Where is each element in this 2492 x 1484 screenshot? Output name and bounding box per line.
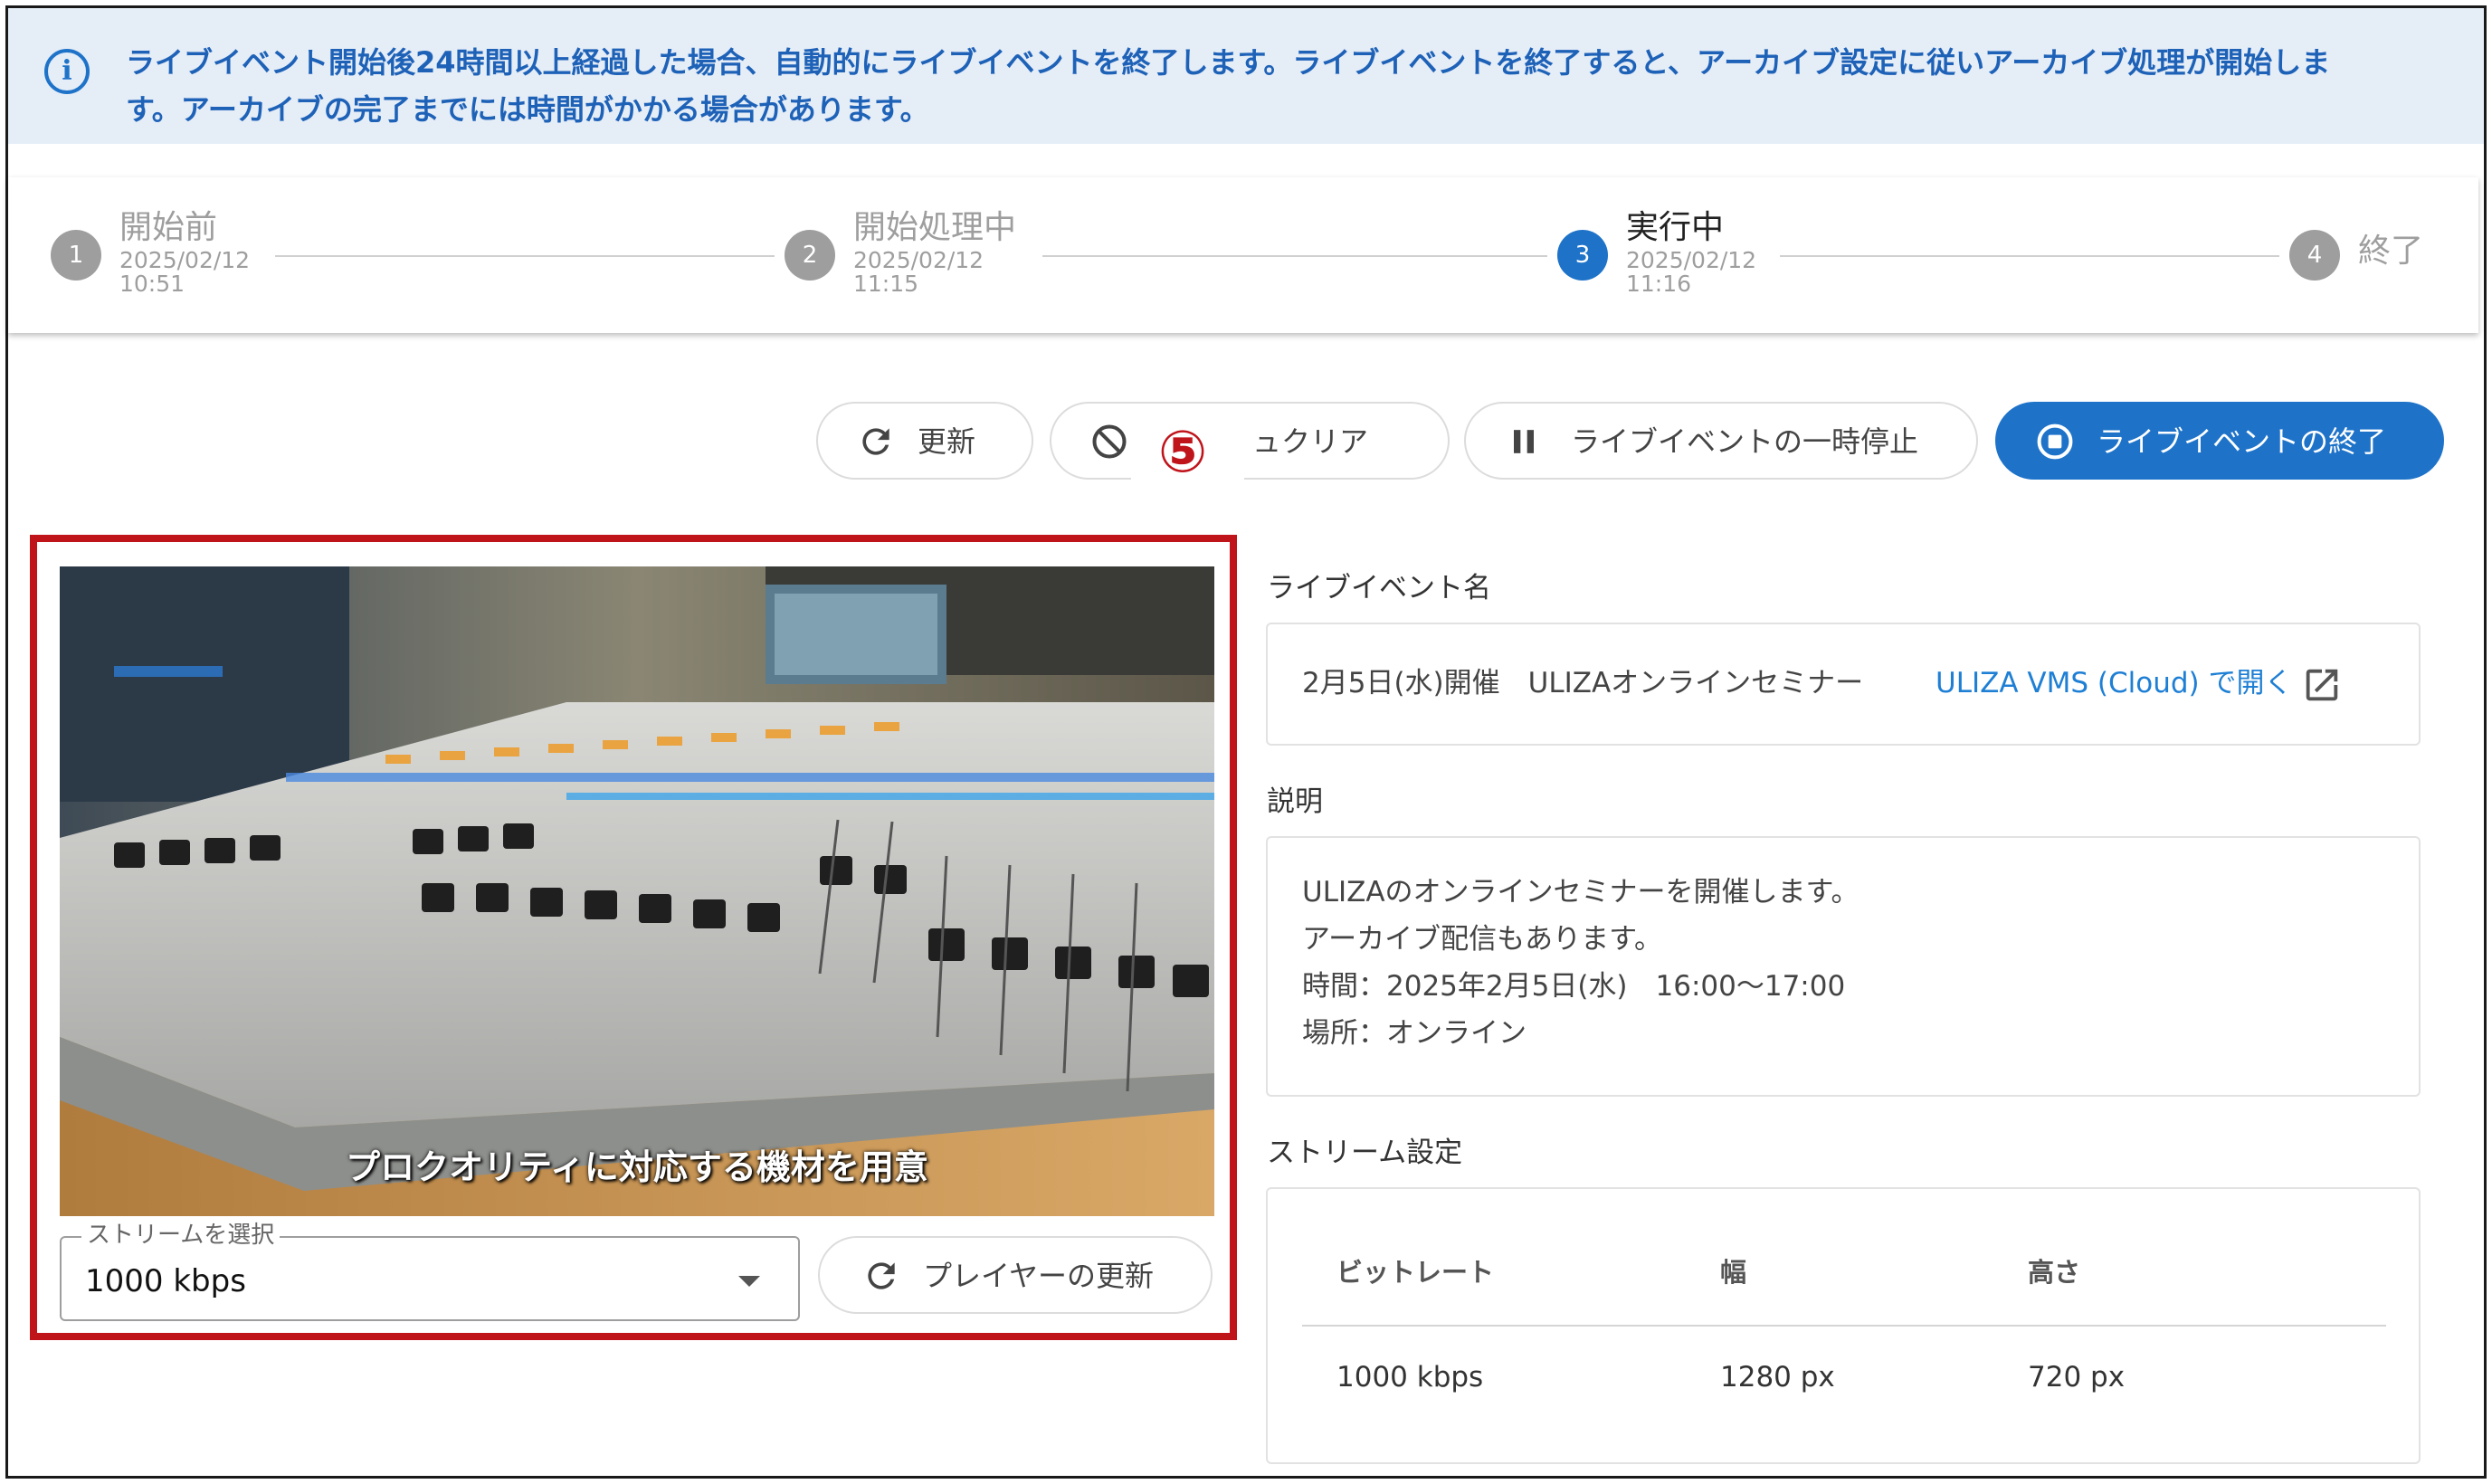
stop-circle-icon <box>2037 423 2073 460</box>
stream-settings-title: ストリーム設定 <box>1267 1137 1463 1169</box>
step-connector <box>275 255 775 257</box>
annotation-marker: ⑤ <box>1158 419 1208 486</box>
table-cell-height: 720 px <box>2028 1361 2126 1394</box>
step-3-label: 実行中 <box>1626 209 1725 246</box>
description-line: ULIZAのオンラインセミナーを開催します。 <box>1302 876 1859 908</box>
step-4-label: 終了 <box>2358 233 2424 270</box>
column-header-width: 幅 <box>1720 1257 1747 1288</box>
refresh-button[interactable]: 更新 <box>816 402 1033 480</box>
step-2-number: 2 <box>785 230 835 281</box>
table-cell-width: 1280 px <box>1720 1361 1835 1394</box>
chevron-down-icon <box>738 1276 760 1287</box>
cache-clear-button[interactable]: ュクリア <box>1050 402 1450 480</box>
step-3-time: 11:16 <box>1626 271 1692 297</box>
end-event-label: ライブイベントの終了 <box>2097 424 2387 459</box>
banner-message: ライブイベント開始後24時間以上経過した場合、自動的にライブイベントを終了します… <box>126 39 2442 133</box>
table-cell-bitrate: 1000 kbps <box>1336 1361 1484 1394</box>
refresh-icon <box>868 1262 895 1289</box>
stream-select[interactable]: ストリームを選択 1000 kbps <box>60 1222 800 1321</box>
refresh-icon <box>862 428 889 455</box>
mixing-console-image <box>60 566 1214 1216</box>
banner-line-2: す。アーカイブの完了までには時間がかかる場合があります。 <box>126 92 929 127</box>
player-reload-label: プレイヤーの更新 <box>923 1259 1155 1293</box>
open-in-vms-link[interactable]: ULIZA VMS (Cloud) で開く <box>1936 664 2292 702</box>
description-line: 場所：オンライン <box>1302 1017 1527 1050</box>
pause-event-label: ライブイベントの一時停止 <box>1571 424 1919 459</box>
pause-event-button[interactable]: ライブイベントの一時停止 <box>1464 402 1978 480</box>
description-line: 時間：2025年2月5日(水) 16:00〜17:00 <box>1302 970 1846 1003</box>
stream-select-legend: ストリームを選択 <box>81 1222 281 1249</box>
step-3-date: 2025/02/12 <box>1626 247 1757 273</box>
description-card: ULIZAのオンラインセミナーを開催します。 アーカイブ配信もあります。 時間：… <box>1266 836 2421 1097</box>
step-connector <box>1780 255 2279 257</box>
external-link-icon[interactable] <box>2301 664 2343 706</box>
step-1-label: 開始前 <box>119 209 218 246</box>
pause-icon <box>1514 430 1534 453</box>
step-2-time: 11:15 <box>853 271 919 297</box>
step-1-time: 10:51 <box>119 271 185 297</box>
event-name-card: 2月5日(水)開催 ULIZAオンラインセミナー ULIZA VMS (Clou… <box>1266 623 2421 746</box>
column-header-height: 高さ <box>2028 1257 2081 1288</box>
event-name: 2月5日(水)開催 ULIZAオンラインセミナー <box>1302 667 1864 699</box>
status-stepper: 1 開始前 2025/02/12 10:51 2 開始処理中 2025/02/1… <box>8 177 2478 333</box>
block-icon <box>1092 424 1127 459</box>
stream-settings-card: ビットレート 幅 高さ 1000 kbps 1280 px 720 px <box>1266 1187 2421 1464</box>
banner-line-1: ライブイベント開始後24時間以上経過した場合、自動的にライブイベントを終了します… <box>126 45 2331 80</box>
player-reload-button[interactable]: プレイヤーの更新 <box>818 1236 1213 1314</box>
event-name-title: ライブイベント名 <box>1267 572 1491 604</box>
table-divider <box>1302 1325 2386 1327</box>
cache-clear-label: ュクリア <box>1252 424 1369 459</box>
stream-select-value: 1000 kbps <box>85 1263 246 1299</box>
step-2-date: 2025/02/12 <box>853 247 984 273</box>
video-player[interactable]: プロクオリティに対応する機材を用意 <box>60 566 1214 1216</box>
column-header-bitrate: ビットレート <box>1336 1257 1495 1288</box>
info-banner: i ライブイベント開始後24時間以上経過した場合、自動的にライブイベントを終了し… <box>8 8 2484 144</box>
step-1-number: 1 <box>51 230 101 281</box>
description-line: アーカイブ配信もあります。 <box>1302 923 1663 956</box>
info-icon: i <box>44 49 90 94</box>
refresh-label: 更新 <box>918 424 976 459</box>
step-connector <box>1042 255 1547 257</box>
step-3-number: 3 <box>1557 230 1608 281</box>
step-1-date: 2025/02/12 <box>119 247 251 273</box>
video-caption: プロクオリティに対応する機材を用意 <box>346 1147 928 1187</box>
step-4-number: 4 <box>2289 230 2340 281</box>
description-title: 説明 <box>1267 785 1323 818</box>
step-2-label: 開始処理中 <box>853 209 1017 246</box>
end-event-button[interactable]: ライブイベントの終了 <box>1995 402 2444 480</box>
